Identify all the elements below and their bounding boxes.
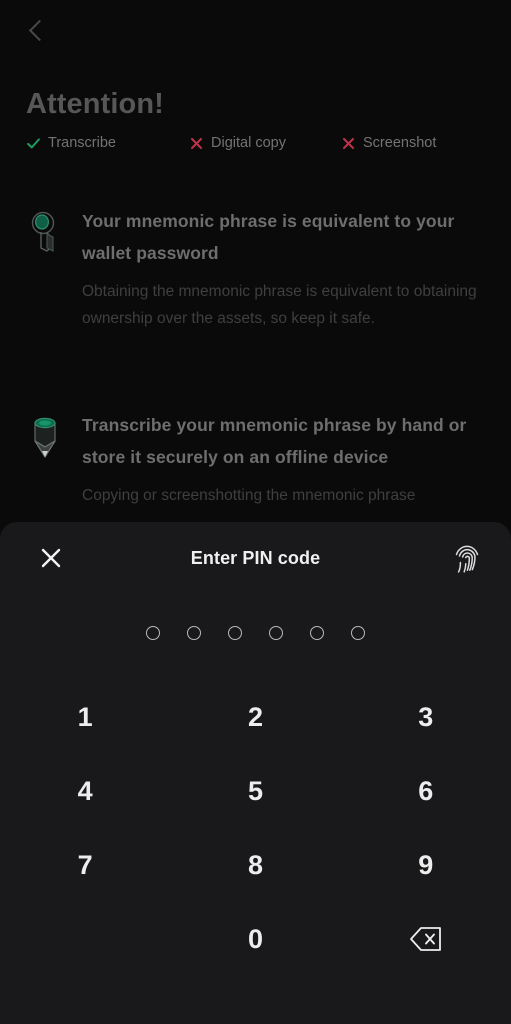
cross-icon <box>190 137 203 149</box>
pencil-3d-icon <box>34 417 56 458</box>
info-block-transcribe: Transcribe your mnemonic phrase by hand … <box>26 410 491 509</box>
close-icon <box>41 548 61 568</box>
key-2[interactable]: 2 <box>170 680 340 754</box>
info-heading: Transcribe your mnemonic phrase by hand … <box>82 415 467 467</box>
key-4[interactable]: 4 <box>0 754 170 828</box>
pin-dot <box>187 626 201 640</box>
check-icon <box>27 137 40 148</box>
key-3d-icon <box>31 211 55 252</box>
key-9[interactable]: 9 <box>341 828 511 902</box>
status-row: Transcribe Digital copy Screenshot <box>26 135 436 151</box>
fingerprint-icon <box>455 545 479 573</box>
pin-sheet-title: Enter PIN code <box>190 547 321 568</box>
key-7[interactable]: 7 <box>0 828 170 902</box>
status-label: Transcribe <box>48 135 116 151</box>
info-block-password: Your mnemonic phrase is equivalent to yo… <box>26 206 491 333</box>
status-label: Screenshot <box>363 135 437 151</box>
pin-dot <box>146 626 160 640</box>
pin-sheet-header: Enter PIN code <box>0 522 511 594</box>
info-body: Your mnemonic phrase is equivalent to yo… <box>82 206 491 333</box>
key-8[interactable]: 8 <box>170 828 340 902</box>
info-body-text: Copying or screenshotting the mnemonic p… <box>82 486 416 504</box>
pin-sheet: Enter PIN code 123 456 7890 <box>0 522 511 1024</box>
pin-dots <box>0 626 511 640</box>
status-item-screenshot: Screenshot <box>341 135 436 151</box>
backspace-icon <box>409 927 441 951</box>
key-0[interactable]: 0 <box>170 902 340 976</box>
cross-icon <box>342 137 355 149</box>
close-button[interactable] <box>30 537 72 579</box>
key-3[interactable]: 3 <box>341 680 511 754</box>
pin-dot <box>228 626 242 640</box>
status-item-transcribe: Transcribe <box>26 135 189 151</box>
key-1[interactable]: 1 <box>0 680 170 754</box>
pin-keypad: 123 456 7890 <box>0 680 511 976</box>
back-button[interactable] <box>14 8 60 52</box>
pin-dot <box>269 626 283 640</box>
key-5[interactable]: 5 <box>170 754 340 828</box>
page-title: Attention! <box>26 88 164 120</box>
pin-dot <box>351 626 365 640</box>
chevron-left-icon <box>28 19 50 41</box>
info-body: Transcribe your mnemonic phrase by hand … <box>82 410 491 509</box>
info-body-text: Obtaining the mnemonic phrase is equival… <box>82 282 477 328</box>
pin-dot <box>310 626 324 640</box>
key-backspace[interactable] <box>341 902 511 976</box>
info-heading: Your mnemonic phrase is equivalent to yo… <box>82 211 455 263</box>
key-6[interactable]: 6 <box>341 754 511 828</box>
status-item-digital-copy: Digital copy <box>189 135 341 151</box>
biometric-button[interactable] <box>443 534 491 582</box>
status-label: Digital copy <box>211 135 286 151</box>
app-root: Attention! Transcribe Digital copy Scree… <box>0 0 511 1024</box>
